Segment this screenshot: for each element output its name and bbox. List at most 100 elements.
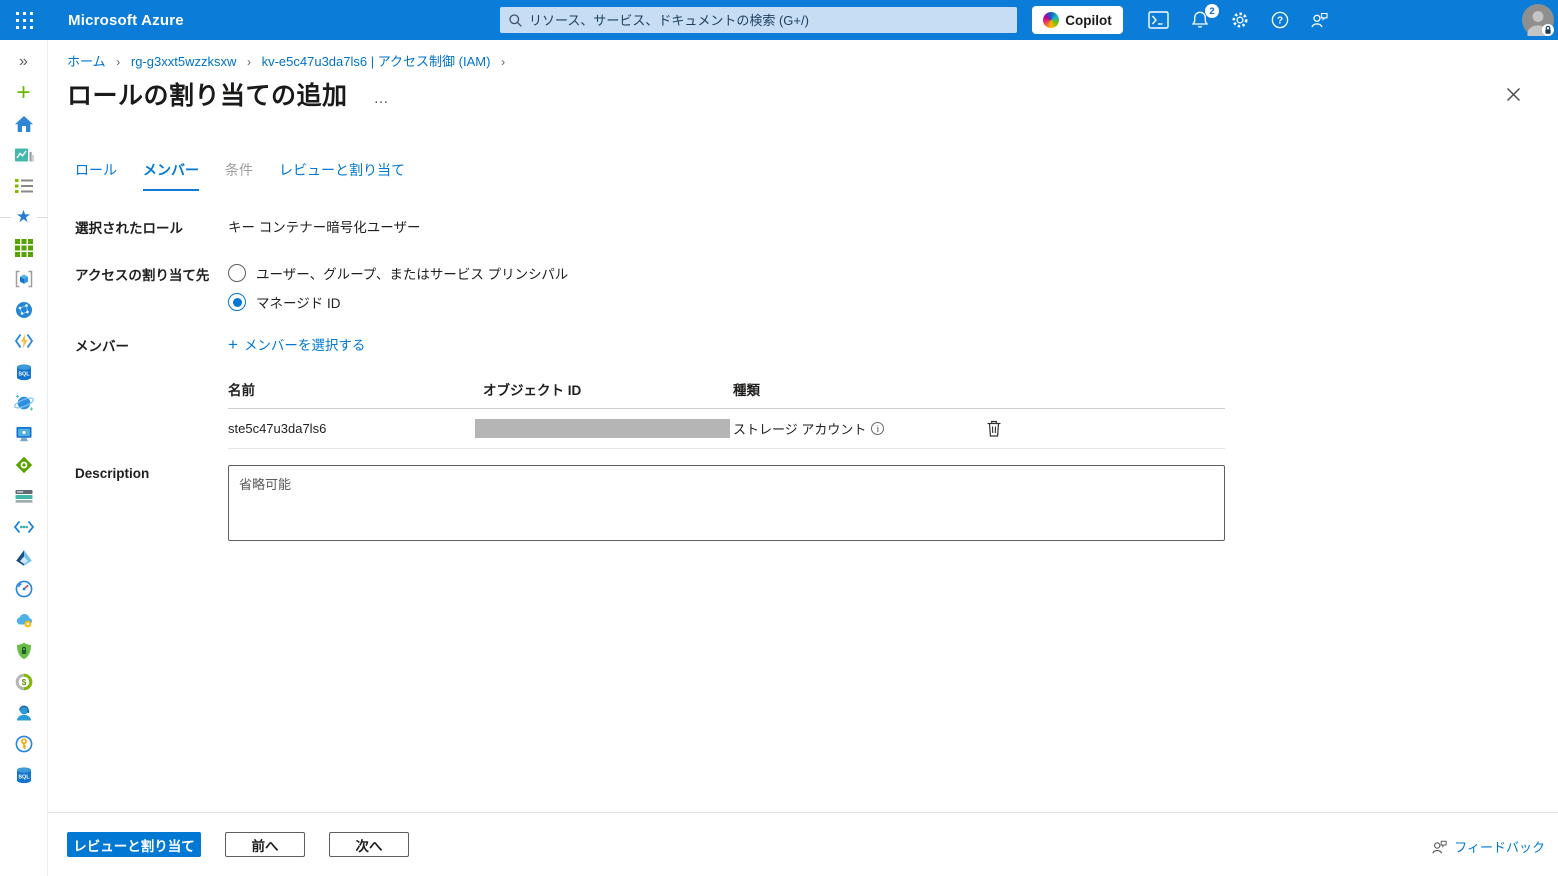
key-vault-icon: [15, 735, 32, 752]
sidebar-item-cost-management[interactable]: $: [0, 666, 48, 697]
cosmos-db-icon: [13, 394, 34, 410]
sidebar-item-load-balancers[interactable]: [0, 449, 48, 480]
more-options-button[interactable]: …: [374, 90, 391, 107]
notifications-button[interactable]: 2: [1188, 4, 1219, 32]
next-button[interactable]: 次へ: [329, 832, 409, 857]
sidebar-item-sql-data-warehouse[interactable]: SQL: [0, 759, 48, 790]
tab-role[interactable]: ロール: [75, 160, 117, 191]
cost-management-icon: $: [15, 673, 32, 690]
search-icon: [509, 13, 522, 27]
breadcrumb-home[interactable]: ホーム: [67, 54, 106, 69]
plus-icon: +: [16, 78, 31, 106]
sidebar-item-virtual-networks[interactable]: [0, 511, 48, 542]
sidebar-item-all-services[interactable]: [0, 170, 48, 201]
review-assign-button[interactable]: レビューと割り当て: [67, 832, 201, 857]
app-launcher-icon[interactable]: [0, 0, 48, 40]
sidebar-item-monitor[interactable]: [0, 573, 48, 604]
page-title: ロールの割り当ての追加: [67, 82, 348, 110]
sidebar-item-help-support[interactable]: [0, 697, 48, 728]
member-name: ste5c47u3da7ls6: [228, 421, 327, 436]
feedback-label: フィードバック: [1454, 840, 1545, 855]
help-button[interactable]: ?: [1268, 8, 1292, 32]
description-label: Description: [75, 466, 150, 481]
feedback-button[interactable]: [1307, 8, 1331, 32]
breadcrumb-separator: ›: [246, 55, 251, 69]
avatar-icon: [1522, 4, 1554, 36]
svg-text:$: $: [21, 678, 26, 687]
role-assignment-form: 選択されたロール キー コンテナー暗号化ユーザー アクセスの割り当て先 ユーザー…: [75, 208, 1273, 541]
sidebar-item-advisor[interactable]: [0, 604, 48, 635]
sidebar-item-create-resource[interactable]: +: [0, 77, 48, 108]
trash-icon: [987, 420, 1001, 437]
gauge-icon: [15, 580, 32, 597]
home-icon: [14, 115, 33, 132]
star-icon: ★: [15, 206, 32, 226]
sidebar-item-virtual-machines[interactable]: [0, 418, 48, 449]
entra-id-icon: [15, 549, 32, 566]
account-avatar[interactable]: [1522, 4, 1554, 36]
chevron-double-right-icon: »: [19, 52, 28, 70]
column-header-name: 名前: [228, 383, 255, 398]
radio-selected-icon: [228, 293, 246, 311]
brand-title[interactable]: Microsoft Azure: [68, 12, 184, 29]
sidebar-item-defender-for-cloud[interactable]: [0, 635, 48, 666]
sidebar-item-dashboard[interactable]: [0, 139, 48, 170]
globe-icon: [15, 301, 32, 318]
table-row: ste5c47u3da7ls6 ストレージ アカウント i: [228, 409, 1225, 449]
members-table-header: 名前 オブジェクト ID 種類: [228, 379, 1225, 409]
feedback-link[interactable]: フィードバック: [1430, 837, 1545, 856]
members-table: 名前 オブジェクト ID 種類 ste5c47u3da7ls6 ストレージ アカ…: [228, 379, 1225, 449]
close-icon: [1506, 87, 1520, 101]
sidebar-expand-button[interactable]: »: [0, 46, 48, 77]
sql-database-icon: SQL: [16, 766, 31, 783]
copilot-icon: [1043, 12, 1060, 28]
sidebar-item-storage-accounts[interactable]: [0, 480, 48, 511]
previous-button[interactable]: 前へ: [225, 832, 305, 857]
sidebar-item-all-resources[interactable]: [0, 232, 48, 263]
search-input[interactable]: [529, 12, 1009, 28]
sidebar-item-sql-databases[interactable]: SQL: [0, 356, 48, 387]
storage-account-icon: [15, 489, 32, 503]
radio-user-group-service-principal[interactable]: ユーザー、グループ、またはサービス プリンシパル: [228, 263, 1273, 283]
tab-conditions: 条件: [225, 162, 253, 178]
support-person-icon: [16, 705, 31, 720]
close-button[interactable]: [1498, 79, 1528, 109]
description-textarea[interactable]: [228, 465, 1225, 541]
sidebar-item-function-app[interactable]: [0, 325, 48, 356]
assign-access-to-label: アクセスの割り当て先: [75, 268, 210, 283]
copilot-button[interactable]: Copilot: [1032, 6, 1123, 34]
breadcrumb-resource-group[interactable]: rg-g3xxt5wzzksxw: [131, 54, 236, 69]
advisor-cloud-icon: [16, 613, 32, 627]
plus-icon: +: [228, 334, 238, 354]
global-search[interactable]: [500, 7, 1017, 33]
sidebar-item-home[interactable]: [0, 108, 48, 139]
person-feedback-icon: [1311, 12, 1328, 28]
delete-member-button[interactable]: [985, 418, 1003, 439]
select-members-link[interactable]: + メンバーを選択する: [228, 334, 365, 354]
sidebar-item-cosmos-db[interactable]: [0, 387, 48, 418]
virtual-network-icon: [13, 520, 34, 533]
settings-button[interactable]: [1228, 8, 1252, 32]
sidebar-item-entra-id[interactable]: [0, 542, 48, 573]
selected-role-value: キー コンテナー暗号化ユーザー: [228, 220, 421, 235]
tab-review-assign[interactable]: レビューと割り当て: [279, 160, 405, 191]
breadcrumb-resource[interactable]: kv-e5c47u3da7ls6 | アクセス制御 (IAM): [262, 54, 491, 69]
person-feedback-icon: [1432, 840, 1447, 854]
svg-text:SQL: SQL: [18, 371, 30, 377]
tab-members[interactable]: メンバー: [143, 160, 199, 191]
sidebar-item-resource-groups[interactable]: [0, 263, 48, 294]
load-balancer-icon: [15, 456, 32, 473]
help-icon: ?: [1271, 11, 1289, 29]
svg-text:?: ?: [1277, 16, 1283, 27]
cloud-shell-button[interactable]: [1146, 8, 1170, 32]
sidebar-item-app-services[interactable]: [0, 294, 48, 325]
sidebar-item-favorites[interactable]: ★: [0, 201, 48, 232]
radio-user-group-label: ユーザー、グループ、またはサービス プリンシパル: [256, 267, 569, 282]
cloud-shell-icon: [1147, 11, 1169, 29]
list-icon: [14, 178, 33, 193]
lightning-bolt-icon: [14, 333, 33, 348]
radio-managed-identity[interactable]: マネージド ID: [228, 292, 1273, 312]
sidebar-item-key-vault[interactable]: [0, 728, 48, 759]
breadcrumb-separator: ›: [501, 55, 506, 69]
info-icon[interactable]: i: [871, 422, 885, 435]
